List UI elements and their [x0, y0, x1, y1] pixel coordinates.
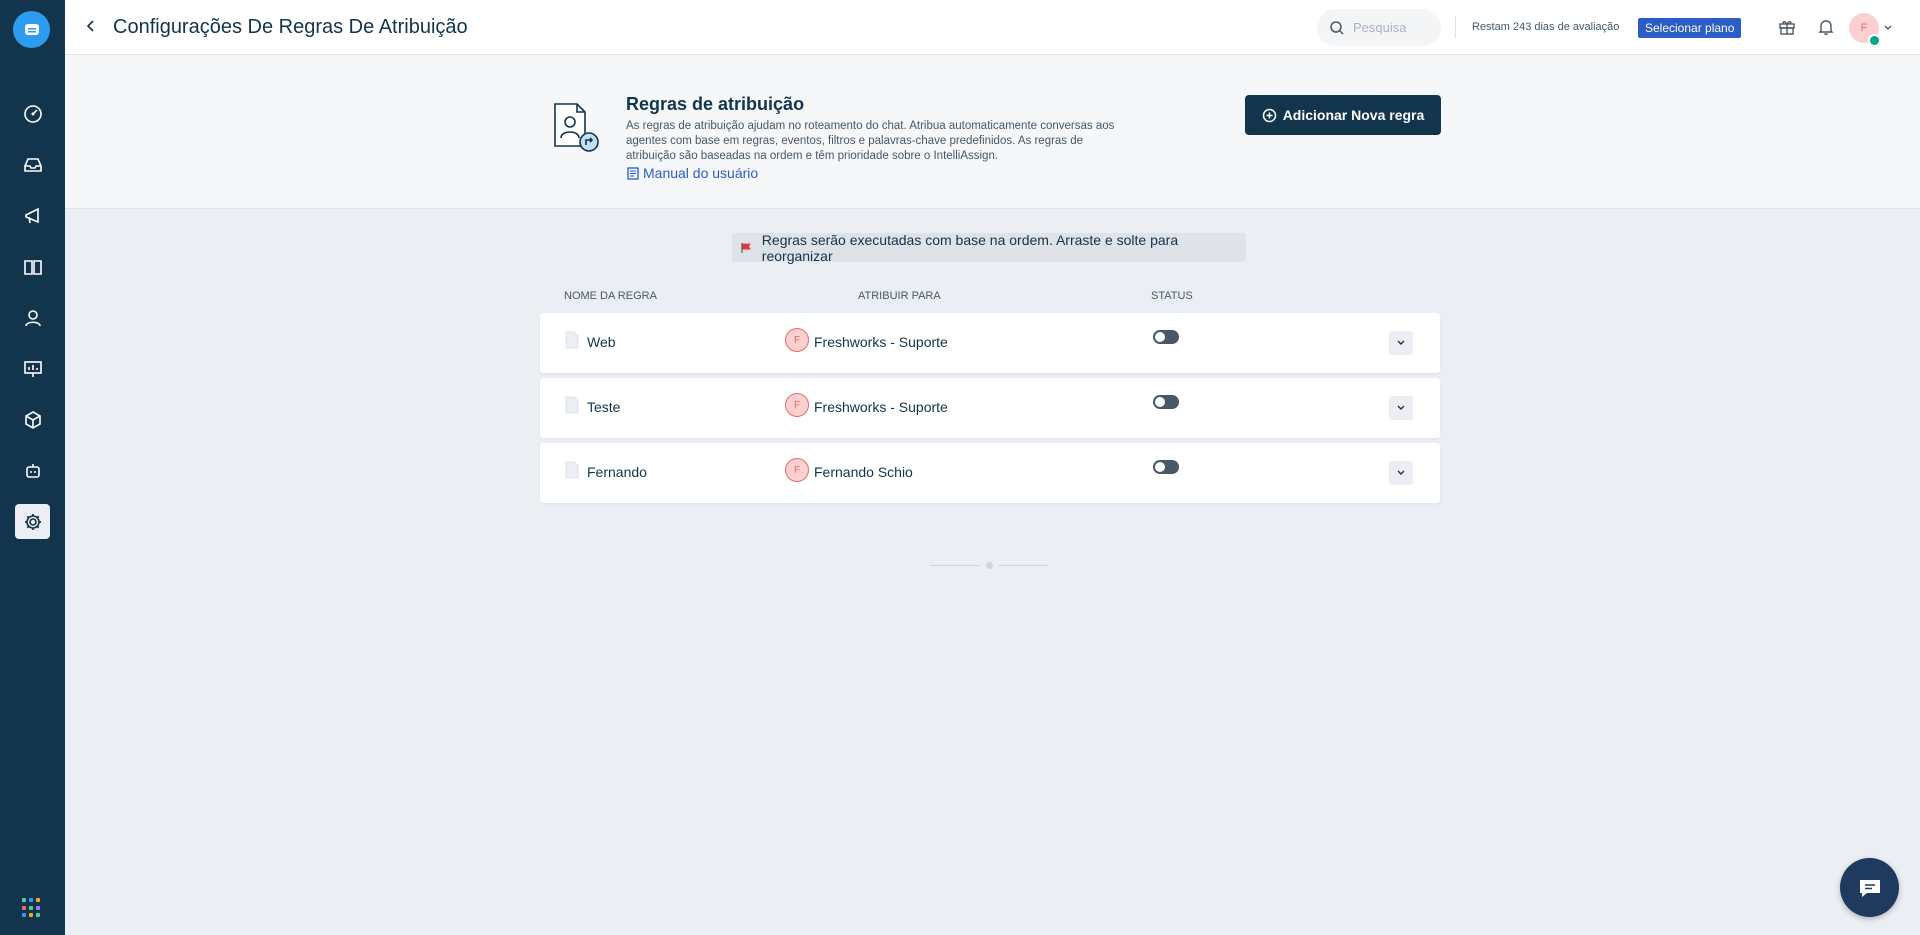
chevron-down-icon	[1397, 405, 1405, 410]
campaigns-icon	[24, 207, 39, 223]
chat-logo-icon	[24, 23, 39, 35]
order-info-text: Regras serão executadas com base na orde…	[761, 231, 1179, 264]
bots-icon	[25, 463, 40, 478]
nav-integrations[interactable]	[15, 402, 50, 437]
nav-knowledge-base[interactable]	[15, 249, 50, 284]
assignee-avatar: F	[785, 458, 809, 482]
assignee-avatar: F	[785, 393, 809, 417]
column-header-name: NOME DA REGRA	[564, 290, 657, 302]
app-logo[interactable]	[13, 11, 50, 48]
rule-row[interactable]: Teste F Freshworks - Suporte	[540, 378, 1440, 438]
document-icon	[565, 331, 579, 349]
search-icon	[1330, 20, 1344, 35]
nav-bots[interactable]	[15, 453, 50, 488]
list-end-divider-right	[998, 565, 1048, 566]
assignee-name: Freshworks - Suporte	[814, 334, 948, 350]
contacts-icon	[24, 309, 41, 326]
nav-contacts[interactable]	[15, 300, 50, 335]
sidebar	[0, 0, 65, 935]
chevron-down-icon	[1397, 340, 1405, 345]
document-icon	[565, 396, 579, 414]
bell-icon	[1818, 20, 1834, 35]
inbox-icon	[23, 157, 42, 172]
chevron-down-icon	[1397, 470, 1405, 475]
header-divider	[1455, 16, 1456, 38]
list-end-divider-left	[930, 565, 980, 566]
integrations-icon	[24, 410, 41, 429]
gift-button[interactable]	[1776, 16, 1798, 38]
list-end-dot	[986, 562, 993, 569]
document-icon	[565, 461, 579, 479]
nav-reports[interactable]	[15, 351, 50, 386]
user-manual-link[interactable]: Manual do usuário	[626, 165, 758, 181]
rule-name: Teste	[587, 399, 621, 415]
add-new-rule-button[interactable]: Adicionar Nova regra	[1245, 95, 1441, 135]
reports-icon	[23, 360, 42, 377]
page-title: Configurações De Regras De Atribuição	[113, 16, 468, 38]
expand-button[interactable]	[1389, 396, 1413, 420]
gift-icon	[1779, 21, 1795, 35]
status-toggle[interactable]	[1153, 330, 1179, 344]
back-button[interactable]	[80, 15, 102, 37]
book-icon	[627, 167, 639, 180]
select-plan-button[interactable]: Selecionar plano	[1638, 18, 1742, 38]
dashboard-icon	[23, 104, 42, 123]
column-header-assign: ATRIBUIR PARA	[858, 290, 941, 302]
intro-description: As regras de atribuição ajudam no roteam…	[626, 120, 1115, 162]
expand-button[interactable]	[1389, 331, 1413, 355]
column-header-status: STATUS	[1151, 290, 1193, 302]
apps-grid-icon[interactable]	[22, 898, 42, 918]
status-toggle[interactable]	[1153, 395, 1179, 409]
top-header: Configurações De Regras De Atribuição Pe…	[65, 0, 1920, 55]
online-status-icon	[1868, 34, 1880, 46]
search-input[interactable]: Pesquisa	[1317, 9, 1441, 46]
chat-widget-button[interactable]	[1840, 858, 1899, 917]
user-manual-label: Manual do usuário	[643, 165, 759, 181]
rule-name: Web	[587, 334, 616, 350]
trial-text: Restam 243 dias de avaliação	[1472, 21, 1620, 33]
status-toggle[interactable]	[1153, 460, 1179, 474]
notifications-button[interactable]	[1815, 16, 1837, 38]
search-placeholder: Pesquisa	[1353, 20, 1407, 35]
nav-dashboard[interactable]	[15, 96, 50, 131]
chat-bubble-icon	[1859, 879, 1880, 897]
assignee-name: Fernando Schio	[814, 464, 913, 480]
assignee-avatar: F	[785, 328, 809, 352]
assignee-name: Freshworks - Suporte	[814, 399, 948, 415]
plus-circle-icon	[1262, 108, 1276, 122]
settings-icon	[24, 513, 41, 530]
nav-settings[interactable]	[15, 504, 50, 539]
knowledge-base-icon	[23, 259, 42, 275]
chevron-down-icon[interactable]	[1883, 23, 1893, 33]
intro-panel: Regras de atribuição As regras de atribu…	[65, 55, 1920, 209]
rule-row[interactable]: Web F Freshworks - Suporte	[540, 313, 1440, 373]
assignment-rules-icon	[554, 103, 599, 152]
chevron-left-icon	[86, 20, 94, 32]
add-new-rule-label: Adicionar Nova regra	[1282, 107, 1425, 123]
order-info-banner: Regras serão executadas com base na orde…	[732, 231, 1246, 264]
flag-icon	[741, 242, 751, 253]
expand-button[interactable]	[1389, 461, 1413, 485]
nav-campaigns[interactable]	[15, 198, 50, 233]
rule-row[interactable]: Fernando F Fernando Schio	[540, 443, 1440, 503]
rule-name: Fernando	[587, 464, 647, 480]
nav-inbox[interactable]	[15, 147, 50, 182]
intro-title: Regras de atribuição	[626, 94, 805, 114]
